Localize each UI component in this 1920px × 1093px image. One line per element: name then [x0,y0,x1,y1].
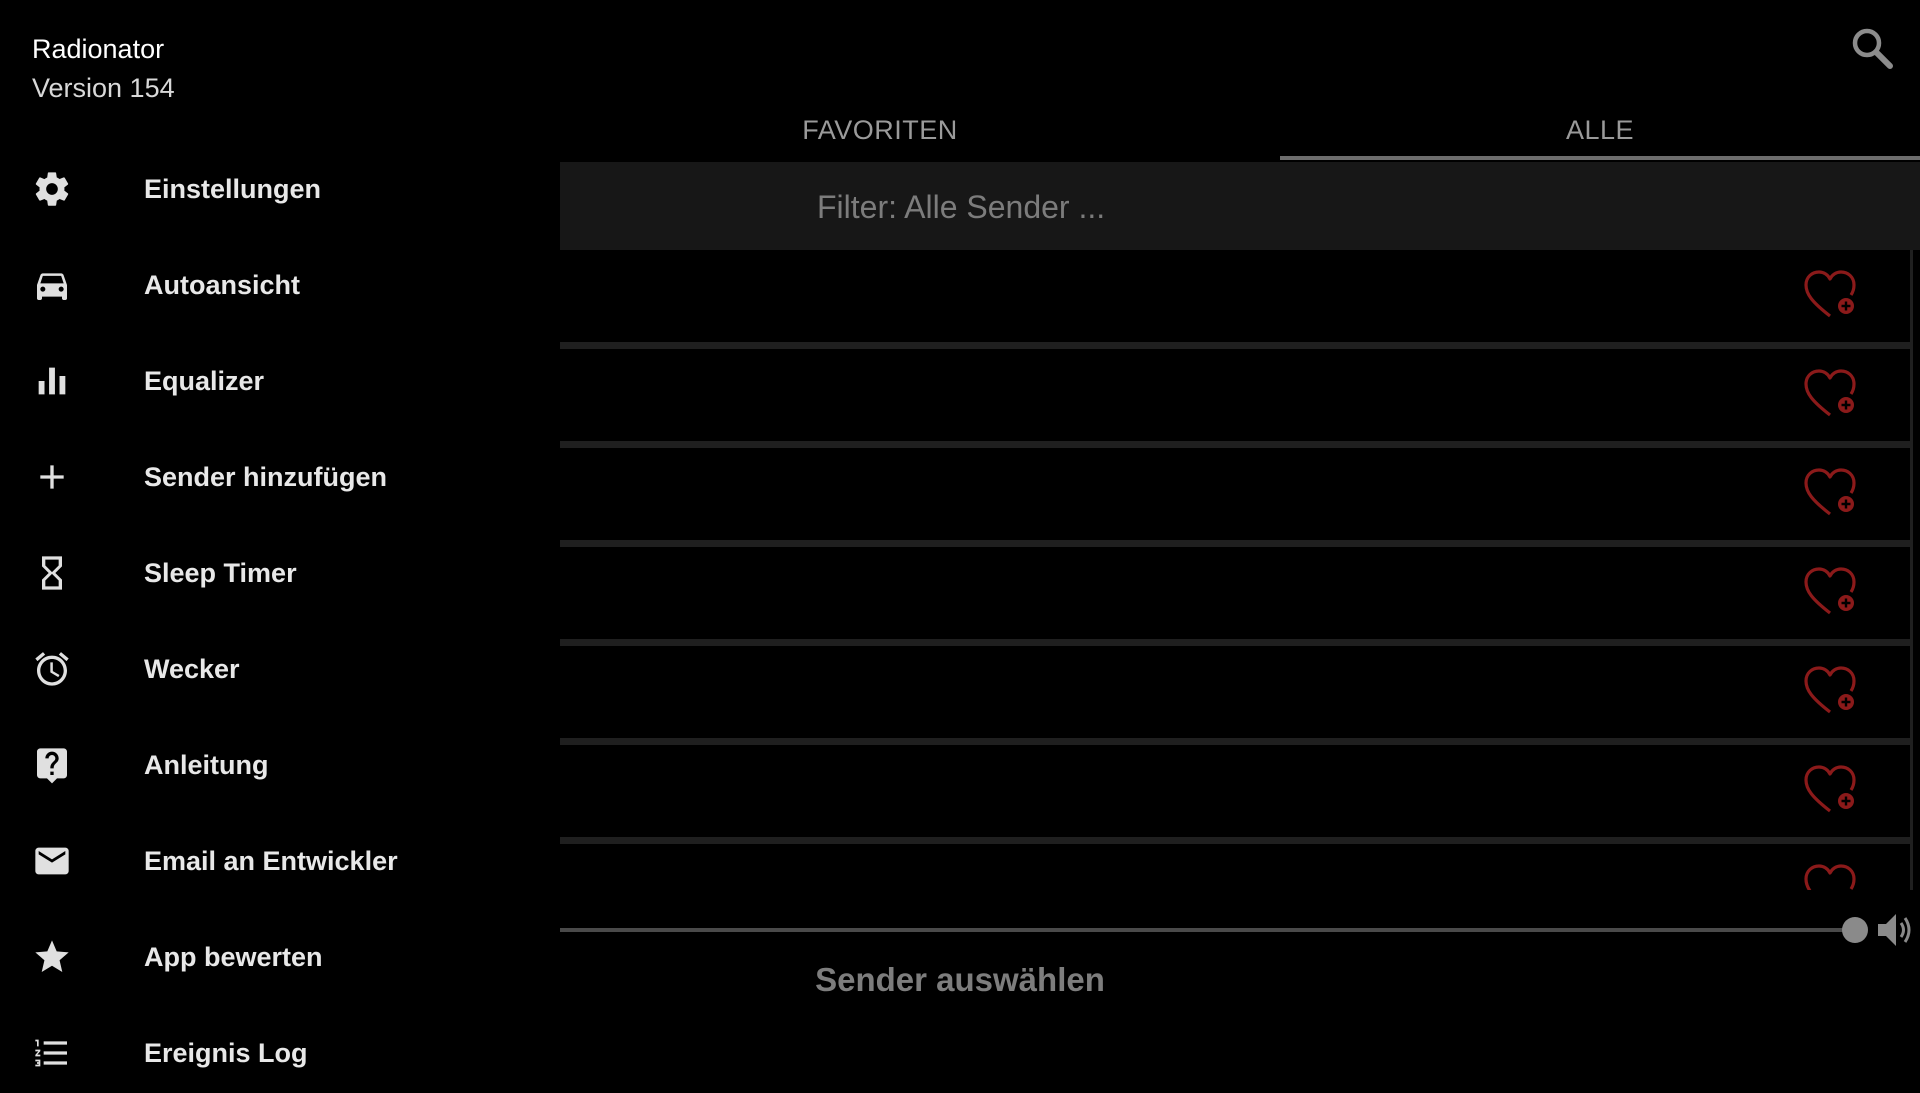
hourglass-icon [32,553,72,593]
add-favorite-button[interactable] [1804,864,1860,890]
add-favorite-button[interactable] [1804,468,1860,520]
station-row[interactable] [560,250,1912,349]
menu-item-sleep-timer[interactable]: Sleep Timer [0,533,440,613]
menu-label: Email an Entwickler [144,846,398,876]
menu-label: Einstellungen [144,174,322,204]
menu-label: Wecker [144,654,240,684]
app-name: Radionator [32,34,165,64]
heart-plus-icon [1804,270,1856,318]
list-edge [1910,250,1913,890]
menu-label: Anleitung [144,750,269,780]
heart-plus-icon [1804,468,1856,516]
heart-plus-icon [1804,864,1856,890]
volume-slider[interactable] [560,928,1856,932]
mail-icon [32,841,72,881]
heart-plus-icon [1804,369,1856,417]
filter-input[interactable] [815,162,1519,252]
station-row[interactable] [560,745,1912,844]
search-icon [1852,28,1893,69]
volume-button[interactable] [1874,908,1918,952]
tab-bar: FAVORITEN ALLE [560,100,1920,160]
menu-item-ereignis-log[interactable]: Ereignis Log [0,1013,440,1093]
add-favorite-button[interactable] [1804,270,1860,322]
tab-selected-indicator [1280,156,1920,160]
filter-bar [560,162,1920,252]
menu-label: Sleep Timer [144,558,297,588]
station-row[interactable] [560,448,1912,547]
alarm-clock-icon [32,649,72,689]
tab-favoriten[interactable]: FAVORITEN [560,100,1200,160]
heart-plus-icon [1804,666,1856,714]
navigation-drawer: Radionator Version 154 Einstellungen Aut… [0,0,440,1080]
gear-icon [32,169,72,209]
station-row[interactable] [560,844,1912,890]
station-row[interactable] [560,349,1912,448]
menu-label: Autoansicht [144,270,301,300]
add-favorite-button[interactable] [1804,369,1860,421]
menu-item-equalizer[interactable]: Equalizer [0,341,440,421]
station-row[interactable] [560,646,1912,745]
volume-slider-thumb[interactable] [1842,917,1868,943]
add-favorite-button[interactable] [1804,567,1860,619]
station-row[interactable] [560,547,1912,646]
menu-item-email[interactable]: Email an Entwickler [0,821,440,901]
menu-label: Sender hinzufügen [144,462,387,492]
menu-label: App bewerten [144,942,323,972]
add-favorite-button[interactable] [1804,765,1860,817]
menu-label: Equalizer [144,366,265,396]
menu-item-autoansicht[interactable]: Autoansicht [0,245,440,325]
equalizer-icon [32,361,72,401]
menu-item-einstellungen[interactable]: Einstellungen [0,149,440,229]
star-icon [32,937,72,977]
now-playing-status[interactable]: Sender auswählen [560,955,1360,1005]
menu-item-app-bewerten[interactable]: App bewerten [0,917,440,997]
app-version: Version 154 [32,73,175,103]
menu-label: Ereignis Log [144,1038,308,1068]
add-favorite-button[interactable] [1804,666,1860,718]
menu-item-wecker[interactable]: Wecker [0,629,440,709]
station-list [560,250,1912,890]
car-icon [32,265,72,305]
help-icon [32,745,72,785]
search-button[interactable] [1846,22,1898,74]
menu-item-anleitung[interactable]: Anleitung [0,725,440,805]
tab-alle[interactable]: ALLE [1280,100,1920,160]
plus-icon [32,457,72,497]
list-numbered-icon [32,1033,72,1073]
heart-plus-icon [1804,765,1856,813]
volume-icon [1878,914,1911,946]
heart-plus-icon [1804,567,1856,615]
menu-item-sender-hinzufuegen[interactable]: Sender hinzufügen [0,437,440,517]
